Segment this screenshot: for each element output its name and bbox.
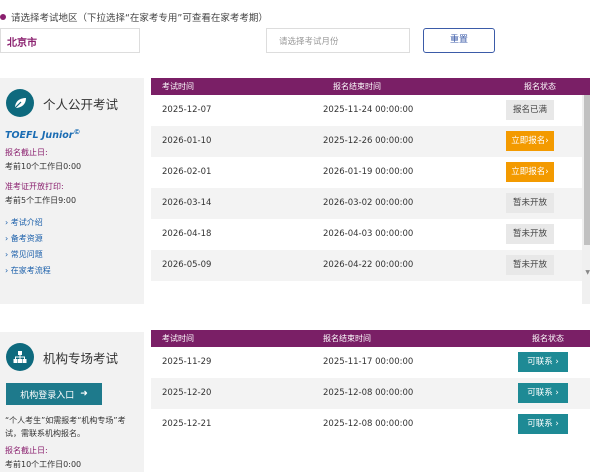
admission-label: 准考证开放打印: bbox=[5, 182, 64, 192]
region-select[interactable]: 北京市 bbox=[0, 28, 140, 53]
status-full-badge: 报名已满 bbox=[506, 100, 554, 120]
individual-exam-table: 考试时间 报名结束时间 报名状态 2025-12-07 2025-11-24 00… bbox=[151, 78, 590, 304]
link-prep-resources[interactable]: › 备考资源 bbox=[5, 231, 144, 247]
deadline-value: 考前10个工作日0:00 bbox=[5, 162, 82, 172]
exam-date: 2025-12-07 bbox=[162, 105, 212, 115]
table-header: 考试时间 报名结束时间 报名状态 bbox=[151, 78, 590, 95]
registration-end-time: 2026-01-19 00:00:00 bbox=[323, 167, 414, 177]
link-exam-intro[interactable]: › 考试介绍 bbox=[5, 215, 144, 231]
contact-available-button[interactable]: 可联系 › bbox=[518, 352, 568, 372]
registration-end-time: 2026-03-02 00:00:00 bbox=[323, 198, 414, 208]
contact-available-button[interactable]: 可联系 › bbox=[518, 414, 568, 434]
status-not-open-badge: 暂未开放 bbox=[506, 224, 554, 244]
registration-end-time: 2025-11-24 00:00:00 bbox=[323, 105, 414, 115]
exam-date: 2026-01-10 bbox=[162, 136, 212, 146]
table-row: 2025-12-07 2025-11-24 00:00:00 报名已满 bbox=[151, 95, 590, 126]
table-row: 2026-04-18 2026-04-03 00:00:00 暂未开放 bbox=[151, 219, 590, 250]
region-prompt: 请选择考试地区（下拉选择“在家考专用”可查看在家考考期） bbox=[0, 10, 268, 24]
institution-deadline-label: 报名截止日: bbox=[5, 446, 48, 455]
admission-value: 考前5个工作日9:00 bbox=[5, 196, 77, 206]
registration-end-time: 2025-12-08 00:00:00 bbox=[323, 419, 414, 429]
institution-exam-title: 机构专场考试 bbox=[43, 350, 119, 366]
exam-name: TOEFL Junior© bbox=[5, 128, 81, 142]
link-faq[interactable]: › 常见问题 bbox=[5, 247, 144, 263]
exam-date: 2026-05-09 bbox=[162, 260, 212, 270]
registration-end-time: 2025-11-17 00:00:00 bbox=[323, 357, 414, 367]
contact-available-button[interactable]: 可联系 › bbox=[518, 383, 568, 403]
registration-end-time: 2025-12-08 00:00:00 bbox=[323, 388, 414, 398]
exam-date: 2025-12-20 bbox=[162, 388, 212, 398]
table-row: 2025-11-29 2025-11-17 00:00:00 可联系 › bbox=[151, 347, 590, 378]
scrollbar-thumb[interactable] bbox=[584, 95, 590, 245]
reset-button[interactable]: 重置 bbox=[423, 28, 495, 53]
status-not-open-badge: 暂未开放 bbox=[506, 193, 554, 213]
register-now-button[interactable]: 立即报名› bbox=[506, 162, 554, 182]
table-header: 考试时间 报名结束时间 报名状态 bbox=[151, 330, 590, 347]
table-row: 2026-01-10 2025-12-26 00:00:00 立即报名› bbox=[151, 126, 590, 157]
individual-exam-title: 个人公开考试 bbox=[43, 96, 119, 112]
registration-end-time: 2026-04-03 00:00:00 bbox=[323, 229, 414, 239]
table-row: 2025-12-21 2025-12-08 00:00:00 可联系 › bbox=[151, 409, 590, 440]
table-row: 2025-12-20 2025-12-08 00:00:00 可联系 › bbox=[151, 378, 590, 409]
status-not-open-badge: 暂未开放 bbox=[506, 255, 554, 275]
table-row: 2026-05-09 2026-04-22 00:00:00 暂未开放 bbox=[151, 250, 590, 281]
institution-exam-table: 考试时间 报名结束时间 报名状态 2025-11-29 2025-11-17 00… bbox=[151, 330, 590, 442]
exam-date: 2026-04-18 bbox=[162, 229, 212, 239]
individual-exam-panel: 个人公开考试 TOEFL Junior© 报名截止日: 考前10个工作日0:00… bbox=[0, 78, 144, 304]
link-home-exam-flow[interactable]: › 在家考流程 bbox=[5, 263, 144, 279]
exam-date: 2025-12-21 bbox=[162, 419, 212, 429]
login-arrow-icon: ➜ bbox=[80, 389, 88, 399]
institution-exam-panel: 机构专场考试 机构登录入口 ➜ “个人考生”如需报考“机构专场”考试，需联系机构… bbox=[0, 332, 144, 472]
scroll-down-icon[interactable]: ▼ bbox=[585, 269, 590, 276]
registration-end-time: 2025-12-26 00:00:00 bbox=[323, 136, 414, 146]
table-row: 2026-03-14 2026-03-02 00:00:00 暂未开放 bbox=[151, 188, 590, 219]
exam-date: 2026-02-01 bbox=[162, 167, 212, 177]
institution-deadline-value: 考前10个工作日0:00 bbox=[5, 460, 82, 469]
institution-login-button[interactable]: 机构登录入口 ➜ bbox=[6, 383, 102, 405]
leaf-icon bbox=[6, 89, 34, 117]
exam-date: 2026-03-14 bbox=[162, 198, 212, 208]
bullet-icon bbox=[0, 14, 6, 20]
registration-end-time: 2026-04-22 00:00:00 bbox=[323, 260, 414, 270]
exam-date: 2025-11-29 bbox=[162, 357, 212, 367]
deadline-label: 报名截止日: bbox=[5, 148, 48, 158]
institution-note: “个人考生”如需报考“机构专场”考试，需联系机构报名。 bbox=[5, 416, 126, 438]
register-now-button[interactable]: 立即报名› bbox=[506, 131, 554, 151]
org-chart-icon bbox=[6, 343, 34, 371]
table-row: 2026-02-01 2026-01-19 00:00:00 立即报名› bbox=[151, 157, 590, 188]
month-select[interactable]: 请选择考试月份 bbox=[266, 28, 410, 53]
